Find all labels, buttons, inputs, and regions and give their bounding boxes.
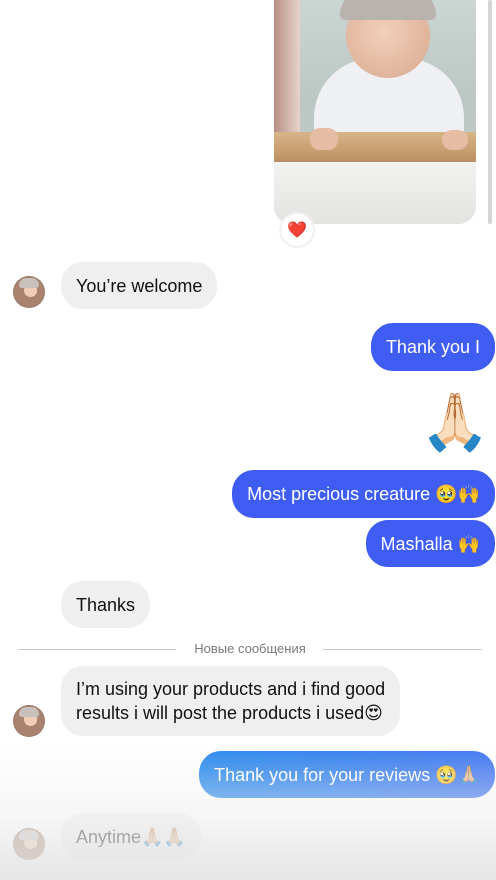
message-bubble-outgoing[interactable]: Most precious creature 🥹🙌 [232, 470, 495, 518]
message-text-line: results i will post the products i used😍 [76, 703, 383, 723]
divider-line-right [323, 649, 482, 650]
photo-crib-base [274, 162, 476, 224]
new-messages-divider: Новые сообщения [18, 641, 482, 656]
message-bubble-incoming[interactable]: I’m using your products and i find good … [61, 666, 401, 736]
message-text: You’re welcome [76, 276, 203, 296]
photo-child-hand-right [442, 130, 468, 150]
avatar[interactable] [13, 828, 45, 860]
emoji-text: 🙏🏻 [420, 390, 490, 453]
message-text: Thank you I [385, 337, 480, 357]
prayer-hands-emoji-message[interactable]: 🙏🏻 [420, 392, 490, 452]
divider-line-left [18, 649, 176, 650]
avatar[interactable] [13, 276, 45, 308]
message-bubble-incoming[interactable]: You’re welcome [61, 262, 218, 309]
message-text: Mashalla 🙌 [380, 534, 480, 554]
scroll-indicator[interactable] [488, 0, 492, 224]
message-bubble-outgoing[interactable]: Mashalla 🙌 [365, 520, 495, 567]
photo-child-hand-left [310, 128, 338, 150]
message-bubble-outgoing[interactable]: Thank you for your reviews 🥹🙏🏼 [199, 751, 495, 798]
photo-child-hat [340, 0, 436, 20]
message-text: Thank you for your reviews 🥹🙏🏼 [214, 765, 480, 785]
message-bubble-incoming[interactable]: Thanks [61, 581, 151, 628]
heart-reaction-glyph: ❤️ [287, 222, 307, 239]
message-text: Anytime🙏🏼🙏🏼 [76, 827, 186, 847]
avatar[interactable] [13, 705, 45, 737]
message-bubble-incoming[interactable]: Anytime🙏🏼🙏🏼 [61, 813, 201, 860]
message-text: Thanks [76, 595, 136, 615]
heart-reaction-icon[interactable]: ❤️ [281, 214, 313, 246]
message-text: Most precious creature 🥹🙌 [247, 484, 480, 504]
message-text-line: I’m using your products and i find good [76, 679, 386, 699]
message-bubble-outgoing[interactable]: Thank you I [370, 323, 495, 371]
divider-label: Новые сообщения [194, 641, 306, 656]
shared-photo[interactable] [274, 0, 476, 224]
